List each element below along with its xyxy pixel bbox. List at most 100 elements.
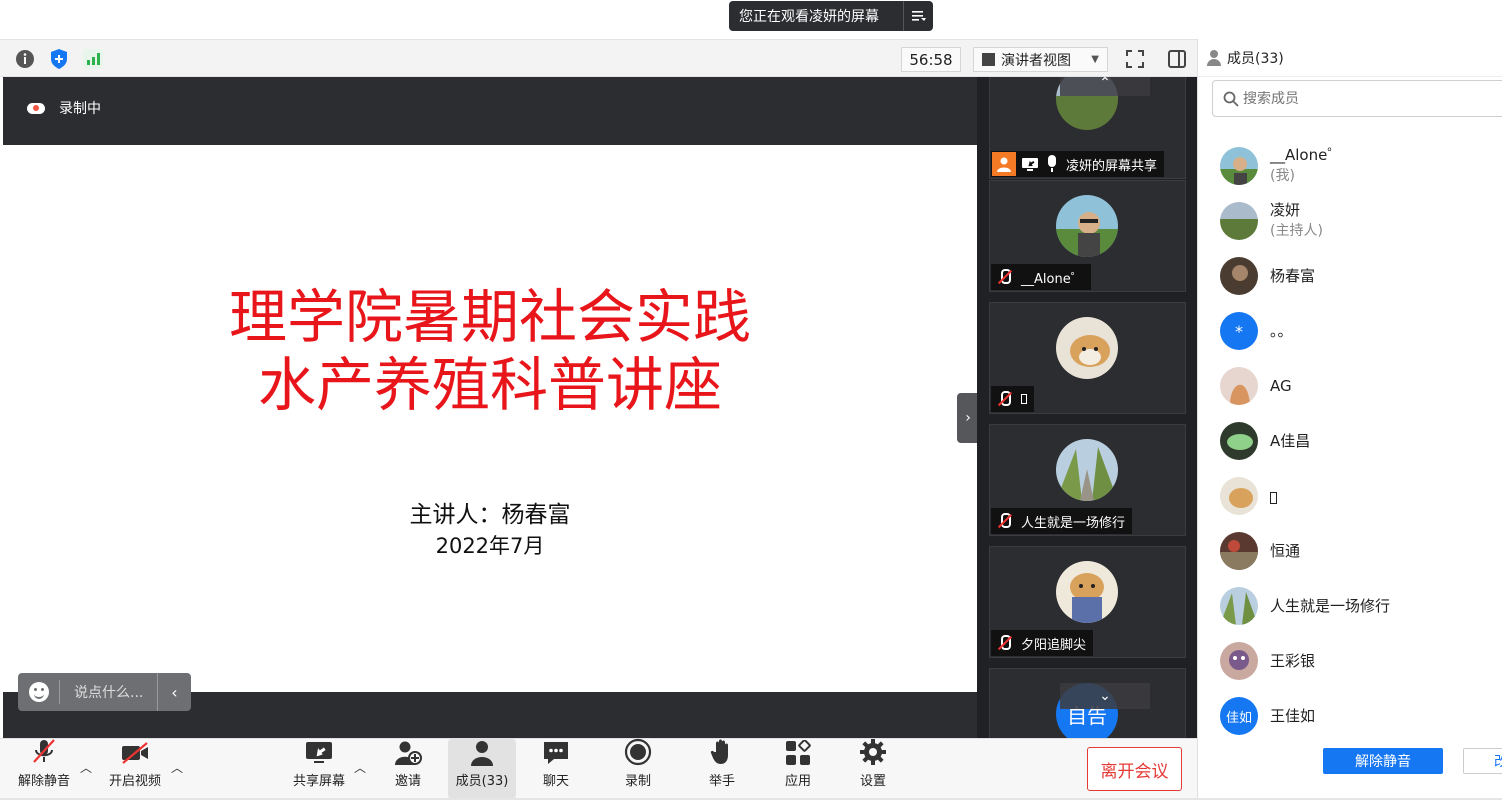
avatar [1220, 257, 1258, 295]
meeting-controls: 解除静音 ︿ 开启视频 ︿ 共享屏幕 ︿ 邀请 成员(33) 聊天 录制 举手 … [0, 738, 1197, 800]
share-screen-label: 共享屏幕 [292, 774, 345, 789]
tile-name: __Alone゜ [1021, 271, 1084, 287]
leave-meeting-button[interactable]: 离开会议 [1087, 747, 1182, 791]
avatar [1056, 439, 1118, 501]
unmute-button[interactable]: 解除静音 [14, 739, 74, 799]
slide-title: 理学院暑期社会实践 水产养殖科普讲座 [3, 283, 977, 419]
record-label: 录制 [624, 774, 651, 789]
slide-title-line2: 水产养殖科普讲座 [257, 351, 722, 419]
avatar-text: * [1235, 321, 1243, 341]
avatar [1220, 532, 1258, 570]
shield-icon[interactable] [48, 48, 70, 70]
member-name: AG [1270, 376, 1292, 395]
record-icon [623, 738, 653, 766]
chevron-down-icon: ⌄ [1099, 688, 1111, 704]
video-tile[interactable] [989, 302, 1186, 414]
video-tile[interactable]: __Alone゜ [989, 180, 1186, 292]
member-text: AG [1270, 376, 1292, 397]
signal-icon[interactable] [82, 48, 104, 70]
avatar [1220, 642, 1258, 680]
collapse-strip-handle[interactable]: › [957, 393, 979, 443]
chat-label: 聊天 [542, 774, 569, 789]
meeting-toolbar: 56:58 演讲者视图 ▼ [0, 39, 1197, 77]
video-tile[interactable]: 夕阳追脚尖 [989, 546, 1186, 658]
member-search[interactable] [1212, 80, 1502, 117]
members-panel-header: 成员(33) [1198, 39, 1502, 77]
tile-name-bar: __Alone゜ [991, 264, 1091, 290]
hand-icon [707, 738, 737, 766]
avatar [1056, 561, 1118, 623]
camera-off-icon [120, 739, 150, 766]
recording-indicator: 录制中 [27, 98, 101, 118]
members-button[interactable]: 成员(33) [448, 739, 516, 799]
apps-button[interactable]: 应用 [774, 739, 822, 799]
avatar [1056, 195, 1118, 257]
more-actions-button[interactable]: 改 [1463, 748, 1502, 774]
video-tile[interactable]: 人生就是一场修行 [989, 424, 1186, 536]
user-icon [1206, 49, 1222, 66]
member-item[interactable]: __Alone゜ (我) [1220, 146, 1342, 186]
view-mode-select[interactable]: 演讲者视图 ▼ [973, 47, 1108, 72]
tile-name: 人生就是一场修行 [1021, 515, 1126, 531]
tile-name: 夕阳追脚尖 [1021, 637, 1087, 653]
video-tile[interactable]: 自告 ⌄ [989, 668, 1186, 738]
member-name: 王佳如 [1270, 706, 1316, 725]
member-search-input[interactable] [1243, 90, 1483, 107]
screen-share-icon [1018, 152, 1042, 176]
member-text: 凌妍 (主持人) [1270, 200, 1323, 242]
unmute-all-button[interactable]: 解除静音 [1323, 748, 1443, 774]
settings-button[interactable]: 设置 [849, 739, 897, 799]
tile-name: 凌妍的屏幕共享 [1066, 158, 1158, 174]
caret-down-icon: ▼ [1091, 54, 1099, 65]
member-item[interactable]: 杨春富 [1220, 256, 1315, 296]
member-name: 恒通 [1270, 541, 1301, 560]
member-text: 恒通 [1270, 541, 1300, 562]
emoji-icon[interactable] [29, 682, 49, 702]
slide-presenter: 主讲人：杨春富 [409, 502, 571, 528]
member-item[interactable]: 佳如 王佳如 [1220, 696, 1315, 736]
chevron-right-icon: › [965, 410, 971, 426]
member-item[interactable] [1220, 476, 1277, 516]
user-icon [992, 152, 1016, 176]
member-item[interactable]: 恒通 [1220, 531, 1300, 571]
member-item[interactable]: A佳昌 [1220, 421, 1310, 461]
fullscreen-icon[interactable] [1124, 48, 1146, 70]
apps-icon [783, 739, 813, 766]
list-icon[interactable] [903, 1, 933, 31]
chat-icon [541, 739, 571, 766]
missing-glyph-icon [1021, 394, 1027, 404]
raise-hand-button[interactable]: 举手 [698, 739, 746, 799]
settings-label: 设置 [859, 774, 886, 789]
mic-muted-icon [995, 512, 1013, 530]
chevron-up-icon[interactable]: ︿ [354, 759, 366, 776]
cloud-record-icon [27, 102, 45, 114]
avatar [1220, 367, 1258, 405]
chevron-up-icon[interactable]: ︿ [171, 759, 183, 776]
member-item[interactable]: 凌妍 (主持人) [1220, 201, 1323, 241]
mic-muted-icon [995, 390, 1013, 408]
gear-icon [858, 738, 888, 766]
sidebar-toggle-icon[interactable] [1166, 48, 1188, 70]
chevron-left-icon[interactable]: ‹ [157, 673, 191, 711]
member-role: (主持人) [1270, 223, 1323, 239]
scroll-up-button[interactable]: ⌃ [1060, 77, 1150, 96]
member-item[interactable]: 人生就是一场修行 [1220, 586, 1390, 626]
chat-placeholder: 说点什么... [74, 685, 144, 701]
member-text: 王佳如 [1270, 706, 1315, 727]
chevron-up-icon[interactable]: ︿ [80, 759, 92, 776]
video-tile[interactable]: ⌃ 凌妍的屏幕共享 [989, 77, 1186, 179]
member-item[interactable]: AG [1220, 366, 1292, 406]
record-button[interactable]: 录制 [614, 738, 662, 799]
mic-muted-icon [995, 268, 1013, 286]
chat-button[interactable]: 聊天 [532, 739, 580, 799]
share-screen-button[interactable]: 共享屏幕 [289, 739, 349, 799]
invite-button[interactable]: 邀请 [384, 739, 432, 799]
scroll-down-button[interactable]: ⌄ [1060, 683, 1150, 709]
member-item[interactable]: * 。。 [1220, 311, 1293, 351]
info-icon[interactable] [14, 48, 36, 70]
quick-chat-input[interactable]: 说点什么... ‹ [18, 673, 191, 711]
member-item[interactable]: 王彩银 [1220, 641, 1315, 681]
meeting-timer: 56:58 [901, 47, 961, 72]
member-name: 。。 [1270, 321, 1293, 340]
start-video-button[interactable]: 开启视频 [104, 739, 166, 799]
